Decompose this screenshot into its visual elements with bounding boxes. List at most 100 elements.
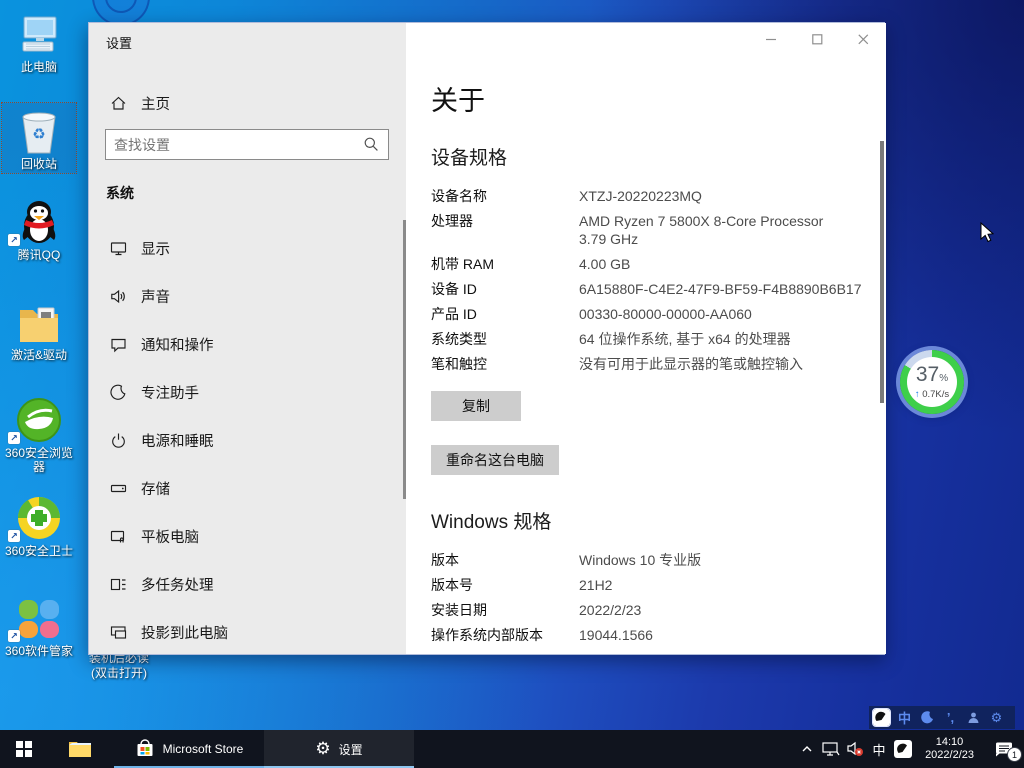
desktop-icon-label: 此电脑 (2, 60, 76, 74)
ime-toolbar: 中 ’, ⚙ (869, 706, 1015, 729)
input-mode-icon[interactable] (873, 709, 890, 726)
sidebar-item-label: 电源和睡眠 (141, 430, 214, 451)
sidebar-item-tablet[interactable]: 平板电脑 (89, 514, 406, 558)
start-button[interactable] (0, 730, 48, 768)
spec-row: 产品 ID 00330-80000-00000-AA060 (431, 305, 871, 323)
desktop-icon-label: 回收站 (2, 157, 76, 171)
network-icon[interactable] (819, 730, 843, 768)
close-button[interactable] (840, 23, 886, 55)
tray-clock[interactable]: 14:10 2022/2/23 (925, 736, 974, 762)
action-center-button[interactable]: 1 (984, 730, 1024, 768)
desktop-icon-activate-drivers[interactable]: 激活&驱动 (2, 298, 76, 362)
power-sleep-icon (110, 432, 127, 449)
spec-row: 处理器 AMD Ryzen 7 5800X 8-Core Processor 3… (431, 212, 871, 248)
settings-gear-icon[interactable]: ⚙ (988, 709, 1005, 726)
shortcut-arrow-icon: ↗ (8, 630, 20, 642)
sidebar-item-projecting[interactable]: 投影到此电脑 (89, 610, 406, 654)
sidebar-item-focus-assist[interactable]: 专注助手 (89, 370, 406, 414)
settings-search-box[interactable] (105, 129, 389, 160)
tray-ime-indicator[interactable]: 中 (867, 730, 891, 768)
search-icon[interactable] (363, 136, 380, 153)
moon-icon[interactable] (919, 709, 936, 726)
sound-icon (110, 288, 127, 305)
sidebar-section-title: 系统 (106, 183, 134, 203)
spec-row: 操作系统内部版本 19044.1566 (431, 626, 871, 644)
sidebar-item-label: 专注助手 (141, 382, 199, 403)
rename-pc-button[interactable]: 重命名这台电脑 (431, 445, 559, 475)
desktop-icon-recycle-bin[interactable]: ♻ 回收站 (2, 103, 76, 173)
copy-button[interactable]: 复制 (431, 391, 521, 421)
search-input[interactable] (106, 137, 363, 153)
360-speed-ball[interactable]: 37% ↑ 0.7K/s (900, 350, 964, 414)
file-explorer-icon (68, 739, 92, 759)
sidebar-item-multitasking[interactable]: 多任务处理 (89, 562, 406, 606)
taskbar-button-microsoft-store[interactable]: Microsoft Store (114, 730, 264, 768)
minimize-button[interactable] (748, 23, 794, 55)
sidebar-item-label: 存储 (141, 478, 170, 499)
windows-logo-icon (16, 741, 32, 757)
projecting-icon (110, 624, 127, 641)
desktop-icon-label: 腾讯QQ (2, 248, 76, 262)
sidebar-item-display[interactable]: 显示 (89, 226, 406, 270)
notifications-icon (110, 336, 127, 353)
taskbar-button-label: Microsoft Store (163, 742, 244, 756)
home-icon (110, 95, 127, 112)
content-scrollbar[interactable] (880, 141, 884, 403)
folder-icon (2, 298, 76, 346)
user-icon[interactable] (965, 709, 982, 726)
qq-penguin-icon: ↗ (2, 198, 76, 246)
punctuation-icon[interactable]: ’, (942, 709, 959, 726)
tray-input-app-icon[interactable] (891, 730, 915, 768)
shortcut-arrow-icon: ↗ (8, 432, 20, 444)
360-software-manager-icon: ↗ (2, 594, 76, 642)
spec-row: 笔和触控 没有可用于此显示器的笔或触控输入 (431, 355, 871, 373)
desktop-icon-360-browser[interactable]: ↗ 360安全浏览器 (2, 396, 76, 474)
tray-date: 2022/2/23 (925, 749, 974, 762)
tray-time: 14:10 (925, 736, 974, 749)
maximize-button[interactable] (794, 23, 840, 55)
desktop-icon-qq[interactable]: ↗ 腾讯QQ (2, 198, 76, 262)
settings-window: 设置 主页 系统 显示 声音 (88, 22, 885, 655)
spec-row: 设备名称 XTZJ-20220223MQ (431, 187, 871, 205)
recycle-bin-icon: ♻ (2, 107, 76, 155)
sidebar-item-label: 投影到此电脑 (141, 622, 228, 643)
sidebar-item-label: 主页 (141, 93, 170, 114)
tray-chevron-up-icon[interactable] (795, 730, 819, 768)
windows-spec-title: Windows 规格 (431, 507, 551, 534)
storage-icon (110, 480, 127, 497)
focus-assist-icon (110, 384, 127, 401)
desktop-icon-label: 360软件管家 (2, 644, 76, 658)
spec-row: 系统类型 64 位操作系统, 基于 x64 的处理器 (431, 330, 871, 348)
desktop-icon-360-safeguard[interactable]: ↗ 360安全卫士 (2, 494, 76, 558)
system-tray: 中 14:10 2022/2/23 1 (795, 730, 1024, 768)
360-safeguard-icon: ↗ (2, 494, 76, 542)
shortcut-arrow-icon: ↗ (8, 234, 20, 246)
taskbar-button-settings[interactable]: ⚙ 设置 (264, 730, 414, 768)
desktop: 此电脑 ♻ 回收站 ↗ 腾讯QQ (0, 0, 1024, 768)
chinese-mode-icon[interactable]: 中 (896, 709, 913, 726)
desktop-icon-this-pc[interactable]: 此电脑 (2, 10, 76, 74)
desktop-icon-label: 激活&驱动 (2, 348, 76, 362)
tablet-icon (110, 528, 127, 545)
desktop-icon-360-manager[interactable]: ↗ 360软件管家 (2, 594, 76, 658)
taskbar-button-label: 设置 (339, 741, 363, 758)
sidebar-item-notifications[interactable]: 通知和操作 (89, 322, 406, 366)
sidebar-item-home[interactable]: 主页 (89, 81, 406, 125)
window-title: 设置 (106, 33, 132, 52)
device-spec-title: 设备规格 (431, 143, 507, 170)
this-pc-icon (2, 10, 76, 58)
sidebar-item-label: 声音 (141, 286, 170, 307)
spec-row: 安装日期 2022/2/23 (431, 601, 871, 619)
sidebar-item-sound[interactable]: 声音 (89, 274, 406, 318)
notification-badge: 1 (1007, 747, 1022, 762)
spec-row: 设备 ID 6A15880F-C4E2-47F9-BF59-F4B8890B6B… (431, 280, 871, 298)
file-explorer-button[interactable] (58, 730, 102, 768)
sidebar-item-power-sleep[interactable]: 电源和睡眠 (89, 418, 406, 462)
desktop-icon-label: 360安全卫士 (2, 544, 76, 558)
windows-specs-list: 版本 Windows 10 专业版 版本号 21H2 安装日期 2022/2/2… (431, 551, 871, 651)
display-icon (110, 240, 127, 257)
sidebar-item-storage[interactable]: 存储 (89, 466, 406, 510)
desktop-icon-readme-label[interactable]: 装机后必读(双击打开) (84, 651, 154, 681)
volume-muted-icon[interactable] (843, 730, 867, 768)
upload-arrow-icon: ↑ (915, 389, 920, 400)
